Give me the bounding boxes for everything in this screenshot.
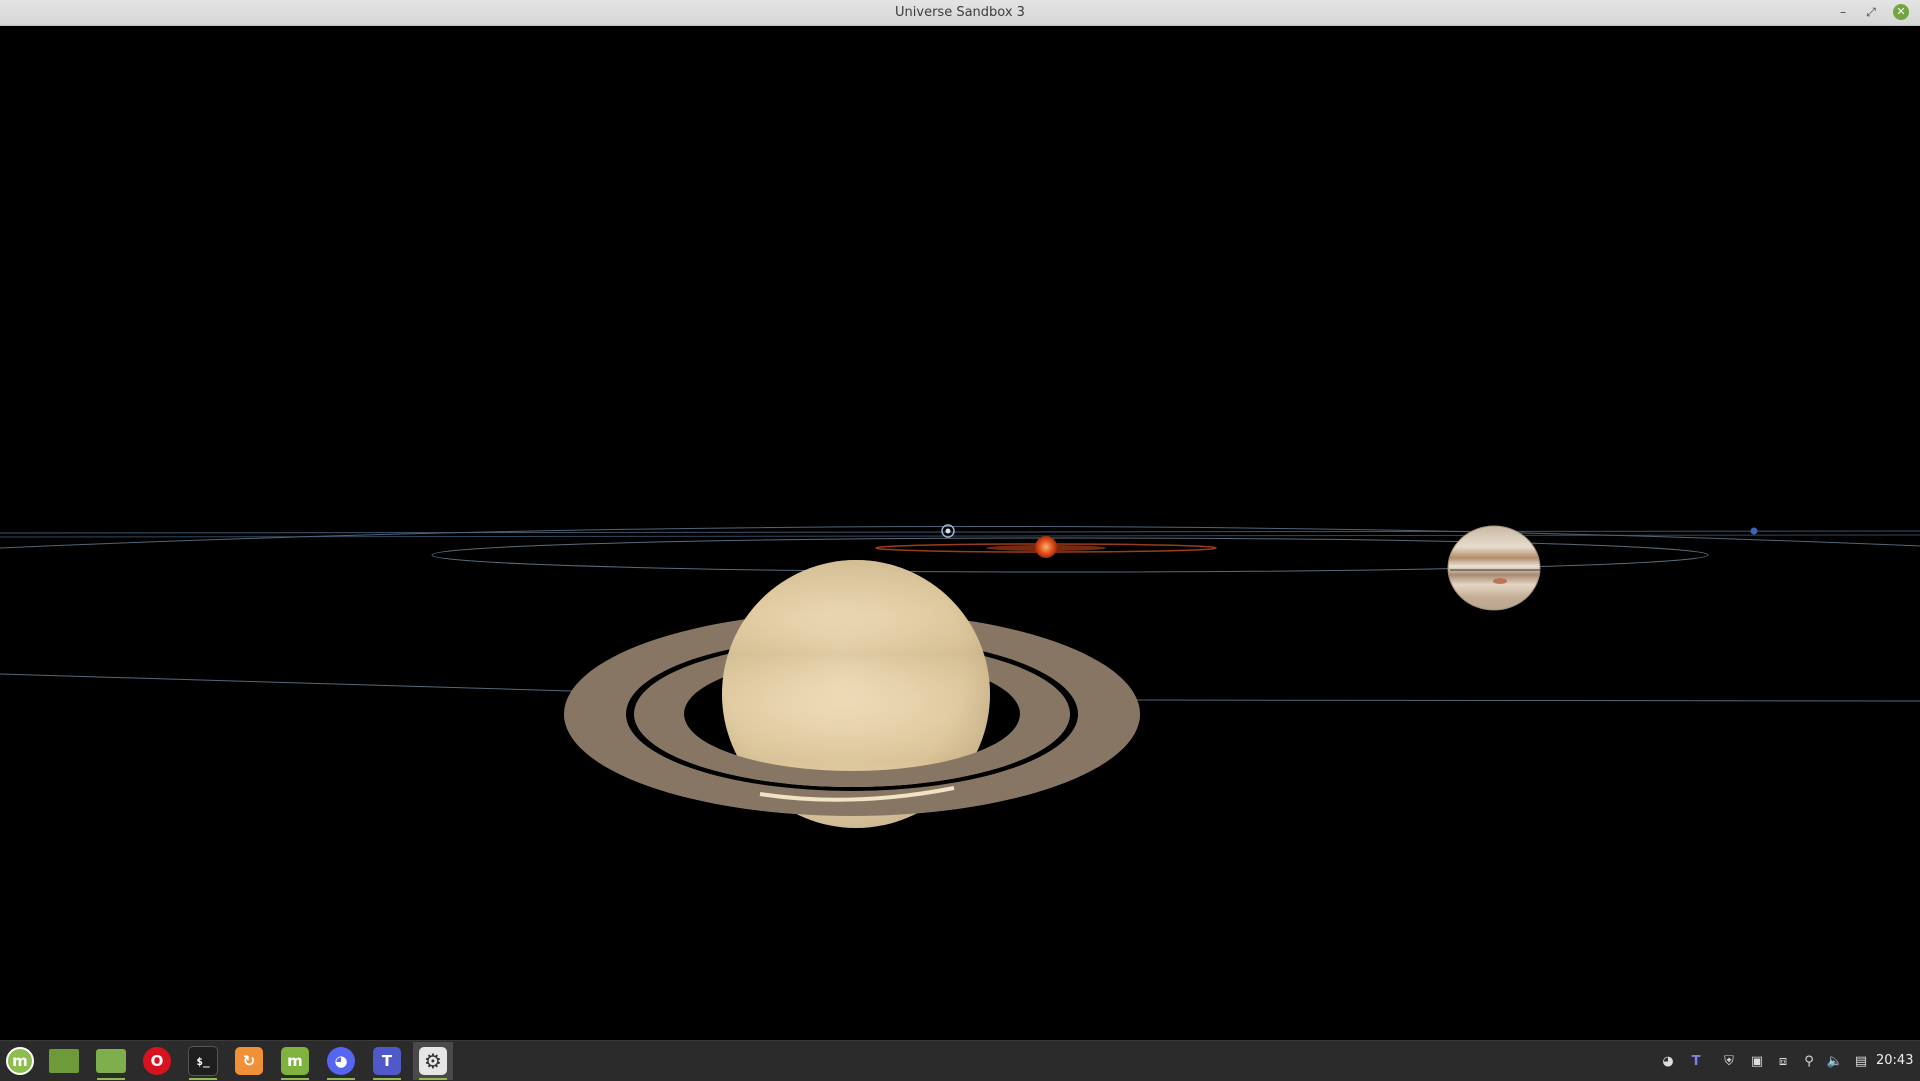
title-bar[interactable]: Universe Sandbox 3 – ⤢ ✕ [0, 0, 1920, 26]
clipboard-icon: ▤ [1854, 1053, 1868, 1069]
refresh-arrow-icon: ↻ [235, 1047, 263, 1075]
clipboard-tray-item[interactable]: ▤ [1850, 1042, 1872, 1080]
discord-tray-icon: ◕ [1662, 1053, 1674, 1069]
opera-icon: O [143, 1047, 171, 1075]
show-desktop-launcher[interactable] [44, 1042, 84, 1080]
files-launcher[interactable] [91, 1042, 131, 1080]
app-window: Universe Sandbox 3 – ⤢ ✕ [0, 0, 1920, 1040]
volume-tray-item[interactable]: 🔈 [1824, 1042, 1846, 1080]
volume-icon: 🔈 [1826, 1053, 1844, 1069]
linux-mint-menu-icon: m [6, 1047, 34, 1075]
discord-launcher[interactable]: ◕ [321, 1042, 361, 1080]
discord-icon: ◕ [327, 1047, 355, 1075]
folder-icon [96, 1049, 126, 1073]
shield-tray-item[interactable]: ⛨ [1718, 1042, 1740, 1080]
terminal-icon: $_ [188, 1046, 218, 1076]
neptune-marker[interactable] [1750, 527, 1758, 535]
opera-launcher[interactable]: O [137, 1042, 177, 1080]
close-button[interactable]: ✕ [1893, 4, 1909, 20]
menu-button[interactable]: m [0, 1042, 40, 1080]
simulation-viewport[interactable] [0, 26, 1920, 1040]
universe-sandbox-launcher[interactable]: ⚙ [413, 1042, 453, 1080]
window-title: Universe Sandbox 3 [895, 5, 1025, 20]
camera-icon: ▣ [1750, 1053, 1764, 1069]
maximize-button[interactable]: ⤢ [1862, 3, 1880, 21]
minimize-button[interactable]: – [1834, 3, 1852, 21]
teams-launcher[interactable]: T [367, 1042, 407, 1080]
gear-icon: ⚙ [419, 1047, 447, 1075]
terminal-launcher[interactable]: $_ [183, 1042, 223, 1080]
teams-tray-item[interactable]: T [1684, 1042, 1708, 1080]
screenshot-tray-item[interactable]: ⧈ [1772, 1042, 1794, 1080]
screenshot-icon: ⧈ [1778, 1053, 1788, 1069]
mint-update-icon: m [281, 1047, 309, 1075]
camera-tray-item[interactable]: ▣ [1746, 1042, 1768, 1080]
taskbar: m O $_ ↻ m ◕ T ⚙ ◕ T ⛨ ▣ ⧈ ⚲ 🔈 ▤ 20:43 [0, 1040, 1920, 1081]
shield-icon: ⛨ [1724, 1053, 1734, 1069]
network-icon: ⚲ [1804, 1053, 1814, 1069]
show-desktop-icon [49, 1049, 79, 1073]
discord-tray-item[interactable]: ◕ [1656, 1042, 1680, 1080]
software-sources-launcher[interactable]: ↻ [229, 1042, 269, 1080]
teams-icon: T [373, 1047, 401, 1075]
network-tray-item[interactable]: ⚲ [1798, 1042, 1820, 1080]
teams-tray-icon: T [1691, 1053, 1701, 1069]
jupiter-planet[interactable] [1447, 525, 1541, 611]
clock[interactable]: 20:43 [1876, 1041, 1913, 1081]
sun-star[interactable] [986, 536, 1106, 558]
mint-update-launcher[interactable]: m [275, 1042, 315, 1080]
